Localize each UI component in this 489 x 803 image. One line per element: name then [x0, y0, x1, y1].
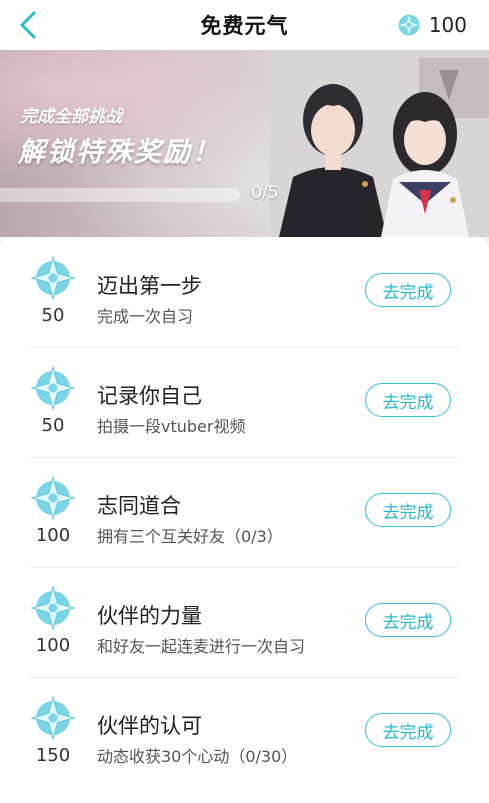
banner-headline: 解锁特殊奖励！: [18, 137, 221, 168]
task-item: 50 记录你自己 拍摄一段vtuber视频 去完成: [30, 347, 459, 458]
chevron-left-icon: [20, 11, 36, 39]
task-description: 和好友一起连麦进行一次自习: [97, 637, 306, 656]
progress-text: 0/5: [251, 183, 279, 203]
task-item: 100 志同道合 拥有三个互关好友（0/3） 去完成: [30, 457, 459, 568]
task-description: 拥有三个互关好友（0/3）: [97, 527, 283, 546]
banner-subtitle: 完成全部挑战: [20, 107, 122, 127]
task-description: 动态收获30个心动（0/30）: [97, 747, 298, 766]
energy-balance[interactable]: 100: [397, 11, 467, 39]
task-title: 伙伴的力量: [97, 604, 202, 628]
balance-value: 100: [428, 13, 467, 37]
back-button[interactable]: [12, 8, 44, 42]
task-points: 150: [35, 745, 71, 766]
go-complete-button[interactable]: 去完成: [365, 273, 451, 307]
task-title: 志同道合: [97, 494, 181, 518]
go-complete-button[interactable]: 去完成: [365, 493, 451, 527]
task-item: 100 伙伴的力量 和好友一起连麦进行一次自习 去完成: [30, 567, 459, 678]
task-points: 100: [35, 635, 71, 656]
top-bar: 免费元气 100: [0, 0, 489, 50]
task-item: 50 迈出第一步 完成一次自习 去完成: [30, 237, 459, 348]
task-title: 伙伴的认可: [97, 714, 202, 738]
task-points: 100: [35, 525, 71, 546]
task-title: 记录你自己: [97, 384, 202, 408]
page-title: 免费元气: [200, 14, 289, 38]
task-points: 50: [41, 415, 65, 436]
energy-gem-icon: [30, 475, 76, 521]
task-item: 150 伙伴的认可 动态收获30个心动（0/30） 去完成: [30, 677, 459, 787]
energy-gem-icon: [30, 255, 76, 301]
task-description: 拍摄一段vtuber视频: [97, 417, 246, 436]
free-energy-page: 免费元气 100 完成全部挑战 解锁特殊奖励！ 0/5 50 迈出第一步 完成一…: [0, 0, 489, 803]
energy-gem-icon: [30, 695, 76, 741]
task-description: 完成一次自习: [97, 307, 194, 326]
energy-gem-icon: [30, 365, 76, 411]
task-list: 50 迈出第一步 完成一次自习 去完成 50 记录你自己 拍摄一段vtuber视…: [0, 237, 489, 803]
challenge-banner[interactable]: 完成全部挑战 解锁特殊奖励！ 0/5: [0, 50, 489, 237]
go-complete-button[interactable]: 去完成: [365, 383, 451, 417]
energy-gem-icon: [398, 14, 420, 36]
task-points: 50: [41, 305, 65, 326]
character-illustration: [269, 50, 489, 237]
task-title: 迈出第一步: [97, 274, 202, 298]
go-complete-button[interactable]: 去完成: [365, 713, 451, 747]
energy-gem-icon: [30, 585, 76, 631]
go-complete-button[interactable]: 去完成: [365, 603, 451, 637]
challenge-progress-bar: [0, 188, 240, 202]
